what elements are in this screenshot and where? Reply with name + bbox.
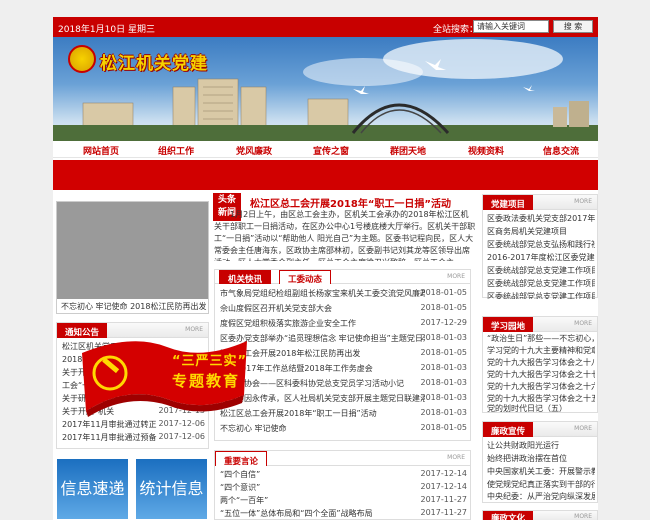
list-item[interactable]: 党的十九大报告学习体会之十七: [487, 369, 595, 381]
list-item[interactable]: “政治生日”那些——不忘初心，: [487, 333, 595, 345]
list-item[interactable]: 佘山度假区召开机关党支部大会 2018-01-05: [220, 303, 467, 315]
headline-title[interactable]: 松江区总工会开展2018年“职工一日捐”活动: [250, 195, 451, 210]
remarks-more-link[interactable]: MORE: [447, 454, 465, 461]
clean-culture-title: 廉政文化: [483, 511, 534, 520]
notice-more-link[interactable]: MORE: [185, 326, 203, 333]
list-item[interactable]: “四个自信” 2017-12-14: [220, 469, 467, 481]
list-item[interactable]: 市气象局党组纪检组副组长杨家宝来机关工委交流党风廉政建设工2018-01-05: [220, 288, 467, 300]
promo-line-1[interactable]: “三严三实”: [172, 350, 247, 369]
list-item[interactable]: 2017年11月审批通过预备... 2017-12-06: [62, 432, 205, 444]
red-banner-strip: [53, 160, 598, 190]
clean-more-link[interactable]: MORE: [574, 425, 592, 432]
info-express-button[interactable]: 信息速递: [56, 458, 129, 520]
search-button[interactable]: 搜 索: [553, 20, 593, 33]
news-panel: 机关快讯 工委动态 MORE 市气象局党组纪检组副组长杨家宝来机关工委交流党风廉…: [214, 269, 471, 441]
list-item[interactable]: 党的划时代日记（五）: [487, 403, 595, 413]
list-item[interactable]: 区委统战部党总支弘扬和践行社: [487, 239, 595, 251]
list-item[interactable]: 两个“一百年” 2017-11-27: [220, 495, 467, 507]
nav-groups[interactable]: 群团天地: [390, 144, 426, 157]
page-container: 2018年1月10日 星期三 全站搜索： 搜 索: [53, 17, 598, 520]
remarks-title: 重要言论: [215, 451, 268, 467]
list-item[interactable]: 学习党的十九大主要精神和党章心: [487, 345, 595, 357]
current-date: 2018年1月10日 星期三: [58, 25, 155, 35]
list-item[interactable]: 2017年11月审批通过转正... 2017-12-06: [62, 419, 205, 431]
list-item[interactable]: 区委办党支部举办“追觅理想信念 牢记使命担当”主题党日活动 2018-01-03: [220, 333, 467, 345]
nav-videos[interactable]: 视频资料: [468, 144, 504, 157]
list-item[interactable]: 区机关工会开展2018年松江民防再出发 2018-01-05: [220, 348, 467, 360]
tab-agency-news[interactable]: 机关快讯: [219, 270, 272, 285]
list-item[interactable]: 让公共财政阳光运行: [487, 440, 595, 452]
promo-line-2[interactable]: 专题教育: [172, 370, 240, 391]
list-item[interactable]: 始终把讲政治摆在首位: [487, 453, 595, 465]
list-item[interactable]: 红色基因永传承，区人社局机关党支部开展主题党日联建活动 2018-01-03: [220, 393, 467, 405]
nav-clean-governance[interactable]: 党风廉政: [236, 144, 272, 157]
list-item[interactable]: “四个意识” 2017-12-14: [220, 482, 467, 494]
list-item[interactable]: 召开2017年工作总结暨2018年工作务虚会 2018-01-03: [220, 363, 467, 375]
party-emblem-icon: [68, 45, 96, 73]
nav-publicity[interactable]: 宣传之窗: [313, 144, 349, 157]
top-bar: 2018年1月10日 星期三 全站搜索： 搜 索: [53, 17, 598, 37]
site-title: 松江机关党建: [100, 54, 208, 74]
nav-info-exchange[interactable]: 信息交流: [543, 144, 579, 157]
study-corner-title: 学习园地: [483, 317, 534, 332]
clean-governance-panel: 廉政宣传 MORE 让公共财政阳光运行 始终把讲政治摆在首位 中央国家机关工委：…: [482, 421, 598, 503]
list-item[interactable]: 党的十九大报告学习体会之十六: [487, 381, 595, 393]
list-item[interactable]: “五位一体”总体布局和“四个全面”战略布局 2017-11-27: [220, 508, 467, 520]
list-item[interactable]: 区委政法委机关党支部2017年上半: [487, 213, 595, 225]
study-corner-panel: 学习园地 MORE “政治生日”那些——不忘初心， 学习党的十九大主要精神和党章…: [482, 316, 598, 413]
list-item[interactable]: 不忘初心 牢记使命 2018-01-05: [220, 423, 467, 435]
statistics-button[interactable]: 统计信息: [135, 458, 208, 520]
main-nav: 网站首页 组织工作 党风廉政 宣传之窗 群团天地 视频资料 信息交流: [53, 141, 598, 158]
search-label: 全站搜索：: [433, 25, 479, 35]
party-more-link[interactable]: MORE: [574, 198, 592, 205]
quick-links: 信息速递 统计信息: [56, 458, 209, 520]
list-item[interactable]: 使党规党纪真正落实到干部的行动: [487, 479, 595, 491]
photo-slideshow[interactable]: 不忘初心 牢记使命 2018松江民防再出发: [56, 201, 209, 314]
list-item[interactable]: 区委统战部党总支党建工作项目: [487, 278, 595, 290]
clean-culture-panel: 廉政文化 MORE: [482, 510, 598, 520]
important-remarks-panel: 重要言论 MORE “四个自信” 2017-12-14 “四个意识” 2017-12…: [214, 450, 471, 520]
list-item[interactable]: 度假区党组积极落实旅游企业安全工作 2017-12-29: [220, 318, 467, 330]
list-item[interactable]: 区商务局机关党建项目: [487, 226, 595, 238]
culture-more-link[interactable]: MORE: [574, 513, 592, 520]
list-item[interactable]: 区科委协会——区科委科协党总支党员学习活动小记 2018-01-03: [220, 378, 467, 390]
party-projects-title: 党建项目: [483, 195, 534, 210]
study-more-link[interactable]: MORE: [574, 320, 592, 327]
list-item[interactable]: 2016-2017年度松江区委党建工作: [487, 252, 595, 264]
clean-governance-title: 廉政宣传: [483, 422, 534, 437]
list-item[interactable]: 区委统战部党总支党建工作项目: [487, 265, 595, 277]
news-more-link[interactable]: MORE: [447, 273, 465, 280]
list-item[interactable]: 区委统战部党总支党建工作项目: [487, 291, 595, 299]
list-item[interactable]: 中央纪委：从严治党向纵深发展: [487, 491, 595, 503]
list-item[interactable]: 松江区总工会开展2018年“职工一日捐”活动 2018-01-03: [220, 408, 467, 420]
site-banner: 松江机关党建: [53, 37, 598, 141]
nav-home[interactable]: 网站首页: [83, 144, 119, 157]
list-item[interactable]: 中央国家机关工委：开展警示教育: [487, 466, 595, 478]
headline-summary: 1月2日上午，由区总工会主办，区机关工会承办的2018年松江区机关干部职工一日捐…: [214, 210, 476, 261]
slideshow-caption[interactable]: 不忘初心 牢记使命 2018松江民防再出发: [57, 299, 208, 313]
tab-committee-news[interactable]: 工委动态: [279, 270, 332, 285]
search-input[interactable]: [473, 20, 549, 33]
nav-organization[interactable]: 组织工作: [158, 144, 194, 157]
party-projects-panel: 党建项目 MORE 区委政法委机关党支部2017年上半 区商务局机关党建项目 区…: [482, 194, 598, 299]
list-item[interactable]: 党的十九大报告学习体会之十八: [487, 357, 595, 369]
